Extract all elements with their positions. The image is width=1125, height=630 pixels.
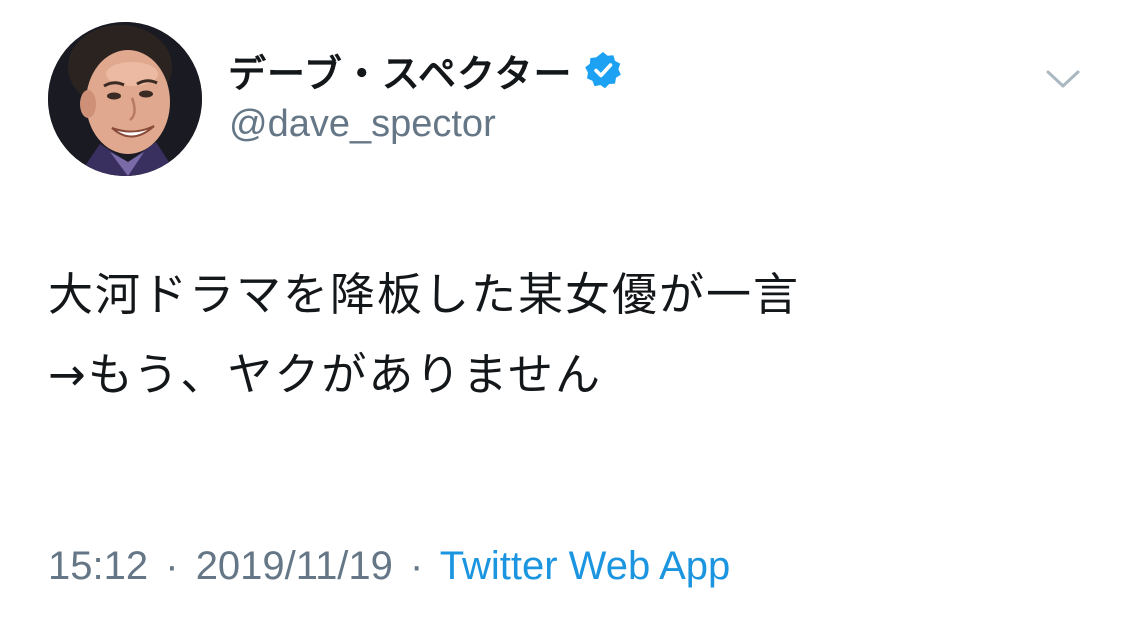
tweet-date[interactable]: 2019/11/19 [196, 544, 393, 588]
author-name-row: デーブ・スペクター [228, 42, 623, 98]
avatar-image [48, 22, 202, 176]
tweet-source-link[interactable]: Twitter Web App [440, 544, 731, 588]
chevron-down-icon[interactable] [1044, 62, 1082, 96]
tweet-time[interactable]: 15:12 [48, 544, 148, 588]
tweet-text: 大河ドラマを降板した某女優が一言 →もう、ヤクがありません [48, 255, 1088, 415]
tweet-meta: 15:12 · 2019/11/19 · Twitter Web App [48, 544, 730, 589]
author-display-name[interactable]: デーブ・スペクター [228, 43, 573, 98]
meta-separator: · [165, 544, 179, 588]
author-handle[interactable]: @dave_spector [229, 103, 496, 146]
author-avatar[interactable] [48, 22, 202, 176]
tweet-card: デーブ・スペクター @dave_spector 大河ドラマを降板した某女優が一言… [0, 0, 1125, 630]
verified-badge-icon [583, 50, 623, 90]
tweet-text-line: →もう、ヤクがありません [48, 348, 603, 401]
meta-separator: · [410, 544, 424, 588]
tweet-text-line: 大河ドラマを降板した某女優が一言 [48, 268, 801, 321]
